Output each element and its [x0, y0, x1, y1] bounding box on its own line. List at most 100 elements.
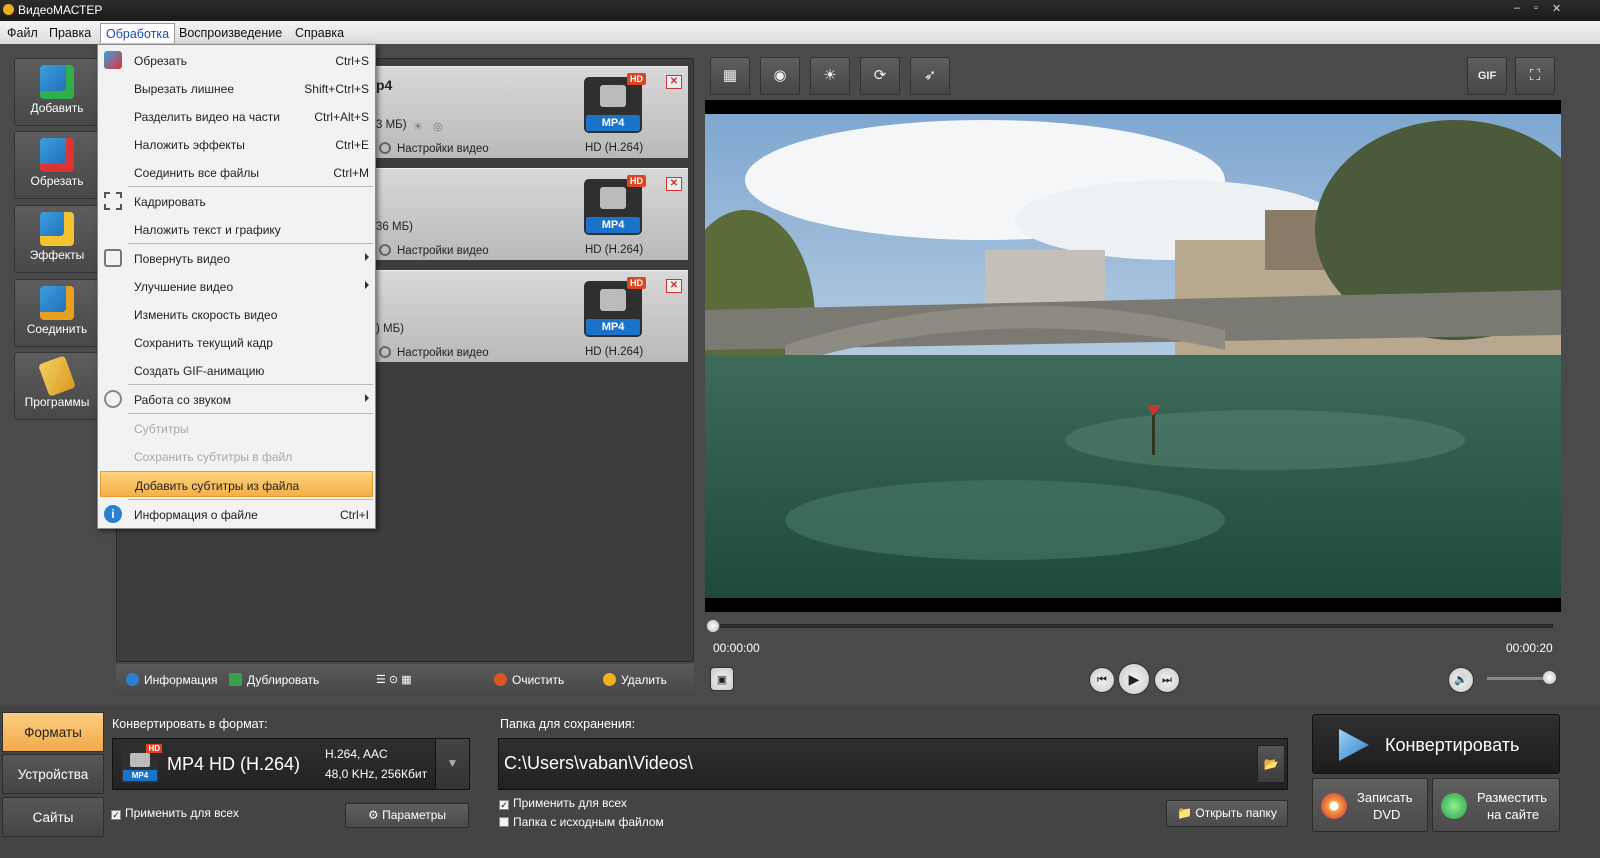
remove-file-icon[interactable]: ✕ [666, 177, 682, 191]
video-settings-link[interactable]: Настройки видео [379, 244, 489, 257]
tab-sites[interactable]: Сайты [2, 797, 104, 837]
mp4-format-icon: HD MP4 [584, 175, 646, 235]
delete-button[interactable]: Удалить [603, 673, 667, 687]
format-spec-audio: 48,0 KHz, 256Кбит [325, 767, 428, 781]
previous-icon[interactable]: ⏮ [1089, 667, 1115, 693]
submenu-arrow-icon [365, 281, 369, 289]
brightness-icon[interactable]: ☀ [810, 57, 850, 95]
apply-all-folder-checkbox[interactable]: ✓ Применить для всех [499, 796, 627, 810]
menu-item-join[interactable]: Соединить все файлы Ctrl+M [98, 159, 375, 185]
menu-item-audio[interactable]: Работа со звуком [98, 386, 375, 412]
tab-devices[interactable]: Устройства [2, 754, 104, 794]
scissors-icon [104, 51, 122, 69]
menu-item-subtitles: Субтитры [134, 422, 189, 436]
view-toggle[interactable]: ☰ ⊙ ▦ [376, 673, 412, 686]
apply-all-checkbox[interactable]: ✓ Применить для всех [111, 806, 239, 820]
codec-label: HD (H.264) [585, 142, 644, 154]
menu-processing[interactable]: Обработка [100, 23, 176, 43]
volume-slider[interactable] [1487, 677, 1549, 680]
clear-button[interactable]: Очистить [494, 673, 564, 687]
checkbox-icon: ✓ [499, 800, 509, 810]
speaker-icon [104, 390, 122, 408]
browse-folder-icon[interactable]: 📂 [1257, 745, 1285, 783]
upload-globe-icon [1441, 793, 1467, 819]
programs-button[interactable]: Программы [14, 352, 100, 420]
join-icon [40, 286, 74, 320]
info-button[interactable]: Информация [126, 673, 217, 687]
video-settings-link[interactable]: Настройки видео [379, 346, 489, 359]
remove-file-icon[interactable]: ✕ [666, 75, 682, 89]
file-card[interactable]: p4 3 МБ) ☀ ◎ Настройки видео HD MP4 HD (H… [373, 66, 688, 158]
format-selector[interactable]: HD MP4 MP4 HD (H.264) H.264, AAC 48,0 KH… [112, 738, 470, 790]
scissors-icon [40, 138, 74, 172]
tab-formats[interactable]: Форматы [2, 712, 104, 752]
menu-item-rotate[interactable]: Повернуть видео [98, 245, 375, 271]
menu-playback[interactable]: Воспроизведение [179, 26, 282, 40]
delete-label: Удалить [621, 673, 667, 687]
speed-icon[interactable]: ➶ [910, 57, 950, 95]
magic-wand-icon [40, 212, 74, 246]
output-folder-field[interactable]: C:\Users\vaban\Videos\ 📂 [498, 738, 1288, 790]
upload-site-button[interactable]: Разместить на сайте [1432, 778, 1560, 832]
duplicate-button[interactable]: Дублировать [229, 673, 319, 687]
menu-item-text-graphics[interactable]: Наложить текст и графику [98, 216, 375, 242]
seek-handle[interactable] [706, 619, 720, 633]
menu-item-save-subtitles: Сохранить субтитры в файл [134, 450, 293, 464]
menu-item-save-frame[interactable]: Сохранить текущий кадр [98, 329, 375, 355]
total-time: 00:00:20 [1506, 641, 1553, 655]
volume-icon[interactable]: 🔊 [1448, 667, 1474, 693]
trim-button[interactable]: Обрезать [14, 131, 100, 199]
snapshot-icon[interactable]: ◉ [760, 57, 800, 95]
minimize-button[interactable]: – [1514, 2, 1520, 14]
menu-item-split[interactable]: Разделить видео на части Ctrl+Alt+S [98, 103, 375, 129]
convert-button[interactable]: Конвертировать [1312, 714, 1560, 774]
file-card[interactable]: ) МБ) Настройки видео HD MP4 HD (H.264) ✕ [373, 270, 688, 362]
maximize-button[interactable]: ▫ [1534, 2, 1538, 14]
next-icon[interactable]: ⏭ [1154, 667, 1180, 693]
effects-button[interactable]: Эффекты [14, 205, 100, 273]
codec-label: HD (H.264) [585, 244, 644, 256]
play-icon[interactable]: ▶ [1118, 663, 1150, 695]
folder-label: Папка для сохранения: [500, 717, 636, 731]
title-bar: ВидеоМАСТЕР – ▫ ✕ [0, 0, 1600, 21]
menu-item-speed[interactable]: Изменить скорость видео [98, 301, 375, 327]
menu-item-file-info[interactable]: i Информация о файле Ctrl+I [98, 501, 375, 527]
video-frame-image [705, 114, 1561, 598]
parameters-label: Параметры [382, 808, 447, 822]
menu-help[interactable]: Справка [295, 26, 344, 40]
fullscreen-icon[interactable]: ⛶ [1515, 57, 1555, 95]
snapshot-button[interactable]: ▣ [710, 667, 734, 691]
file-size: 3 МБ) [376, 119, 407, 131]
folder-icon: 📁 [1177, 806, 1196, 820]
rotate-icon[interactable]: ⟳ [860, 57, 900, 95]
menu-item-add-subtitles[interactable]: Добавить субтитры из файла [100, 471, 373, 497]
file-card[interactable]: 36 МБ) Настройки видео HD MP4 HD (H.264) … [373, 168, 688, 260]
add-button[interactable]: Добавить [14, 58, 100, 126]
menu-item-cut-extra[interactable]: Вырезать лишнее Shift+Ctrl+S [98, 75, 375, 101]
programs-icon [38, 355, 76, 397]
checkbox-icon [499, 817, 509, 827]
video-settings-link[interactable]: Настройки видео [379, 142, 489, 155]
close-button[interactable]: ✕ [1552, 2, 1561, 15]
menu-item-gif[interactable]: Создать GIF-анимацию [98, 357, 375, 383]
open-folder-button[interactable]: 📁 Открыть папку [1166, 800, 1288, 827]
format-spec-codec: H.264, AAC [325, 747, 388, 761]
menu-item-enhance[interactable]: Улучшение видео [98, 273, 375, 299]
parameters-button[interactable]: ⚙ Параметры [345, 803, 469, 828]
join-button[interactable]: Соединить [14, 279, 100, 347]
source-folder-checkbox[interactable]: Папка с исходным файлом [499, 815, 664, 829]
menu-file[interactable]: Файл [7, 26, 38, 40]
menu-item-effects[interactable]: Наложить эффекты Ctrl+E [98, 131, 375, 157]
menu-item-crop[interactable]: Кадрировать [98, 188, 375, 214]
volume-handle[interactable] [1543, 671, 1556, 684]
menu-edit[interactable]: Правка [49, 26, 91, 40]
codec-label: HD (H.264) [585, 346, 644, 358]
remove-file-icon[interactable]: ✕ [666, 279, 682, 293]
crop-icon[interactable]: ▦ [710, 57, 750, 95]
apply-all-label: Применить для всех [125, 806, 239, 820]
menu-item-trim[interactable]: Обрезать Ctrl+S [98, 47, 375, 73]
chevron-down-icon[interactable]: ▼ [435, 739, 469, 789]
gif-button[interactable]: GIF [1467, 57, 1507, 95]
seek-bar[interactable] [713, 624, 1553, 628]
burn-dvd-button[interactable]: Записать DVD [1312, 778, 1428, 832]
